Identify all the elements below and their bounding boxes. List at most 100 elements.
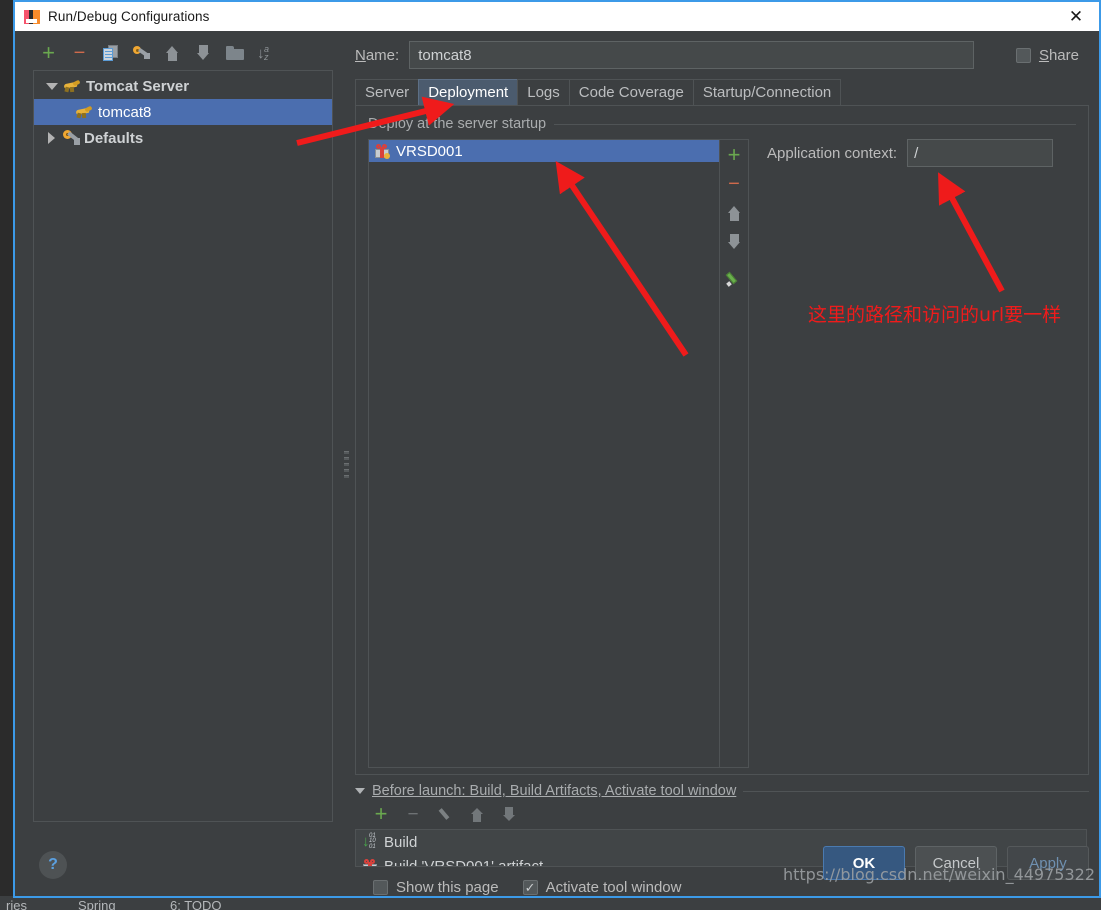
- tab-deployment[interactable]: Deployment: [418, 79, 519, 105]
- artifact-icon: [374, 143, 390, 159]
- plus-icon: +: [42, 40, 55, 65]
- build-icon: ↓ 01 10 01: [362, 833, 376, 850]
- name-input[interactable]: [409, 41, 975, 69]
- tab-code-coverage[interactable]: Code Coverage: [568, 79, 694, 105]
- dialog-button-row: OK Cancel Apply: [823, 846, 1089, 880]
- arrow-up-icon: [727, 205, 741, 221]
- plus-icon: +: [727, 142, 741, 167]
- application-context-panel: Application context: ▼: [749, 139, 1101, 768]
- splitter-handle[interactable]: [344, 451, 349, 491]
- pane-splitter[interactable]: [342, 31, 351, 896]
- move-up-button[interactable]: [157, 40, 188, 66]
- task-move-up-button[interactable]: [461, 802, 493, 826]
- add-task-button[interactable]: +: [365, 802, 397, 826]
- arrow-down-icon: [727, 234, 741, 250]
- tree-item-defaults[interactable]: Defaults: [34, 125, 332, 151]
- chevron-down-icon[interactable]: [44, 78, 60, 94]
- share-checkbox[interactable]: Share: [1015, 46, 1089, 64]
- deploy-section-label: Deploy at the server startup: [368, 116, 547, 132]
- minus-icon: −: [407, 803, 419, 825]
- deployment-side-toolbar: + −: [720, 139, 749, 768]
- name-label: Name:: [355, 46, 400, 64]
- tree-item-tomcat-server[interactable]: Tomcat Server: [34, 73, 332, 99]
- tab-logs[interactable]: Logs: [517, 79, 570, 105]
- chevron-right-icon[interactable]: [44, 130, 60, 146]
- name-row: Name: Share: [351, 31, 1089, 79]
- task-label: Build 'VRSD001' artifact: [384, 857, 544, 867]
- section-divider: [554, 123, 1076, 125]
- sort-az-icon: ↓ a z: [257, 43, 270, 62]
- activate-tool-window-label: Activate tool window: [545, 879, 682, 896]
- tree-item-tomcat8[interactable]: tomcat8: [34, 99, 332, 125]
- add-artifact-button[interactable]: +: [723, 144, 745, 166]
- arrow-up-icon: [471, 807, 483, 822]
- pencil-icon: [438, 807, 452, 821]
- remove-task-button[interactable]: −: [397, 802, 429, 826]
- application-context-row: Application context: ▼: [767, 139, 1101, 167]
- activate-tool-window-checkbox[interactable]: Activate tool window: [522, 879, 682, 896]
- minus-icon: −: [728, 173, 740, 195]
- task-label: Build: [384, 833, 418, 851]
- folder-icon: [225, 46, 244, 60]
- chevron-down-icon[interactable]: [355, 788, 365, 794]
- cancel-button[interactable]: Cancel: [915, 846, 997, 880]
- checkbox-box[interactable]: [522, 880, 538, 895]
- configuration-editor-pane: Name: Share Server Deployment Logs Code …: [351, 31, 1101, 896]
- remove-configuration-button[interactable]: −: [64, 40, 95, 66]
- configurations-left-pane: + − ↓ a z Tomcat Server tomcat8 Defaults…: [15, 31, 342, 896]
- ide-status-bar: ries Spring 6: TODO: [0, 896, 1101, 910]
- ok-button[interactable]: OK: [823, 846, 905, 880]
- checkbox-box[interactable]: [1015, 47, 1031, 63]
- deployment-item-label: VRSD001: [396, 142, 463, 160]
- tab-startup-connection[interactable]: Startup/Connection: [692, 79, 842, 105]
- status-bar-item-2[interactable]: 6: TODO: [170, 898, 222, 910]
- deployment-tab-panel: Deploy at the server startup VRSD001 + −…: [355, 105, 1101, 775]
- application-context-input[interactable]: [908, 140, 1101, 166]
- tree-item-label: Tomcat Server: [86, 77, 190, 95]
- status-bar-item-0[interactable]: ries: [6, 898, 27, 910]
- remove-artifact-button[interactable]: −: [723, 173, 745, 195]
- dialog-body: + − ↓ a z Tomcat Server tomcat8 Defaults…: [15, 31, 1101, 896]
- configurations-tree[interactable]: Tomcat Server tomcat8 Defaults: [33, 70, 333, 822]
- tree-item-label: Defaults: [84, 129, 144, 147]
- add-configuration-button[interactable]: +: [33, 40, 64, 66]
- edit-artifact-button[interactable]: [723, 267, 745, 289]
- show-this-page-label: Show this page: [396, 879, 499, 896]
- show-this-page-checkbox[interactable]: Show this page: [373, 879, 499, 896]
- copy-configuration-button[interactable]: [95, 40, 126, 66]
- move-artifact-down-button[interactable]: [723, 231, 745, 253]
- before-launch-toolbar: + −: [355, 799, 1089, 829]
- tomcat-icon: [63, 79, 81, 94]
- status-bar-item-1[interactable]: Spring: [78, 898, 116, 910]
- deployment-list[interactable]: VRSD001: [368, 139, 720, 768]
- pencil-icon: [725, 270, 742, 287]
- arrow-down-icon: [197, 45, 210, 61]
- application-context-combobox[interactable]: ▼: [907, 139, 1101, 167]
- share-label: Share: [1038, 46, 1079, 64]
- before-launch-title-row[interactable]: Before launch: Build, Build Artifacts, A…: [355, 783, 1089, 799]
- deployment-area: VRSD001 + − Application context: /: [368, 139, 1101, 768]
- application-context-label: Application context:: [767, 144, 898, 162]
- move-into-folder-button[interactable]: [219, 40, 250, 66]
- dialog-title: Run/Debug Configurations: [48, 9, 210, 24]
- close-icon[interactable]: ✕: [1053, 2, 1099, 31]
- help-icon[interactable]: ?: [39, 851, 67, 879]
- tab-server[interactable]: Server: [355, 79, 420, 105]
- deployment-list-item[interactable]: VRSD001: [369, 140, 719, 162]
- run-debug-configurations-dialog: Run/Debug Configurations ✕ + − ↓ a z Tomca…: [13, 0, 1101, 898]
- task-move-down-button[interactable]: [493, 802, 525, 826]
- edit-task-button[interactable]: [429, 802, 461, 826]
- move-down-button[interactable]: [188, 40, 219, 66]
- apply-button[interactable]: Apply: [1007, 846, 1089, 880]
- configuration-tabs: Server Deployment Logs Code Coverage Sta…: [351, 79, 1089, 105]
- ide-left-strip: [0, 0, 14, 910]
- arrow-down-icon: [503, 806, 515, 822]
- arrow-up-icon: [166, 45, 179, 61]
- edit-defaults-button[interactable]: [126, 40, 157, 66]
- help-row: ?: [15, 834, 342, 896]
- move-artifact-up-button[interactable]: [723, 202, 745, 224]
- sort-configurations-button[interactable]: ↓ a z: [250, 40, 281, 66]
- before-launch-title: Before launch: Build, Build Artifacts, A…: [372, 783, 737, 799]
- checkbox-box[interactable]: [373, 880, 388, 895]
